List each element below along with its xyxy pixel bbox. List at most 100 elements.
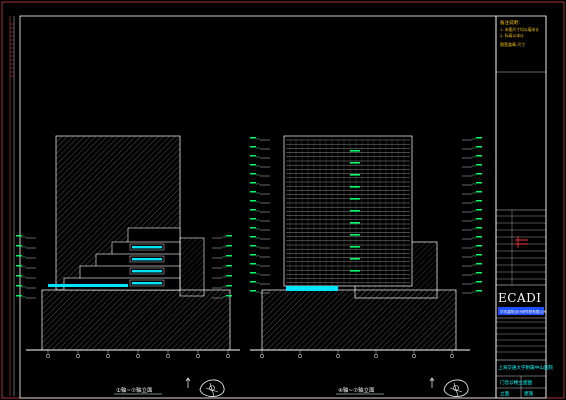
level-tag xyxy=(226,235,232,237)
level-tag xyxy=(476,164,482,166)
level-tag xyxy=(226,255,232,257)
level-marker xyxy=(21,265,27,269)
level-marker xyxy=(255,236,261,240)
level-marker xyxy=(471,137,477,141)
level-tag xyxy=(226,245,232,247)
level-marker xyxy=(255,164,261,168)
level-tag xyxy=(250,209,256,211)
right-podium xyxy=(261,289,457,351)
axis-bubble xyxy=(411,353,417,359)
level-tag xyxy=(476,263,482,265)
axis-bubble xyxy=(335,353,341,359)
level-marker xyxy=(255,227,261,231)
axis-bubble xyxy=(105,353,111,359)
level-tag xyxy=(476,236,482,238)
level-marker xyxy=(255,173,261,177)
left-view-title: ①轴~⑦轴立面 xyxy=(114,386,162,395)
stair-core xyxy=(179,237,205,297)
north-arrow-icon xyxy=(185,377,191,388)
level-tag xyxy=(476,173,482,175)
level-marker xyxy=(255,137,261,141)
approval-label: 图签盖章 尺寸 xyxy=(500,41,525,47)
left-elevation xyxy=(16,135,240,351)
cad-drawing-canvas: 备注说明： 1. 本图尺寸均以毫米计 2. 标高以米计 图签盖章 尺寸 ECAD… xyxy=(1,1,565,399)
level-tag xyxy=(250,182,256,184)
axis-bubble xyxy=(297,353,303,359)
level-tag xyxy=(226,275,232,277)
level-marker xyxy=(471,272,477,276)
level-marker xyxy=(471,227,477,231)
level-tag xyxy=(16,255,22,257)
level-marker xyxy=(471,218,477,222)
glazing-strip xyxy=(132,258,162,261)
axis-bubble xyxy=(259,353,265,359)
glazing-strip xyxy=(132,282,162,285)
level-marker xyxy=(471,146,477,150)
level-tag xyxy=(250,263,256,265)
level-marker xyxy=(471,191,477,195)
level-marker xyxy=(21,285,27,289)
right-level-marks xyxy=(250,137,270,294)
level-marker xyxy=(255,245,261,249)
level-marker xyxy=(471,200,477,204)
level-marker xyxy=(255,281,261,285)
level-tag xyxy=(476,281,482,283)
left-level-marks xyxy=(16,235,36,299)
level-marker xyxy=(255,191,261,195)
level-marker xyxy=(471,245,477,249)
highlight-panel xyxy=(350,270,360,272)
level-marker xyxy=(471,254,477,258)
level-tag xyxy=(250,281,256,283)
right-view-title: ④轴~⑦轴立面 xyxy=(336,386,384,395)
level-tag xyxy=(250,200,256,202)
level-marker xyxy=(221,285,227,289)
level-marker xyxy=(221,245,227,249)
sheet-code: 建施 xyxy=(524,390,534,397)
company-name: 华东建筑设计研究院有限公司 xyxy=(500,309,547,314)
level-tag xyxy=(226,295,232,297)
level-tag xyxy=(476,191,482,193)
axis-bubble xyxy=(195,353,201,359)
level-marker xyxy=(221,275,227,279)
title-block: 备注说明： 1. 本图尺寸均以毫米计 2. 标高以米计 图签盖章 尺寸 ECAD… xyxy=(495,15,554,399)
level-marker xyxy=(471,209,477,213)
level-marker xyxy=(255,209,261,213)
highlight-panel xyxy=(350,222,360,224)
level-tag xyxy=(476,200,482,202)
level-marker xyxy=(471,164,477,168)
project-name: 上海交通大学附属中山医院 xyxy=(498,364,554,371)
axis-bubble xyxy=(225,353,231,359)
right-canopy xyxy=(286,286,338,291)
key-plan-icon xyxy=(199,379,225,397)
notes-line-1: 1. 本图尺寸均以毫米计 xyxy=(500,27,539,32)
level-tag xyxy=(250,164,256,166)
level-tag xyxy=(476,245,482,247)
level-marker xyxy=(255,218,261,222)
highlight-panel xyxy=(350,198,360,200)
left-podium xyxy=(41,289,231,351)
level-marker xyxy=(255,263,261,267)
level-tag xyxy=(250,173,256,175)
level-tag xyxy=(476,227,482,229)
right-elevation xyxy=(250,135,482,351)
axis-bubble xyxy=(373,353,379,359)
revision-marks xyxy=(515,236,528,248)
left-level-marks-right xyxy=(212,235,232,299)
right-view-title-text: ④轴~⑦轴立面 xyxy=(338,386,375,394)
company-logo: ECADI xyxy=(498,291,541,305)
level-tag xyxy=(250,191,256,193)
level-marker xyxy=(21,295,27,299)
notes-label: 备注说明： xyxy=(500,19,523,26)
glazing-strip xyxy=(132,270,162,273)
level-marker xyxy=(255,200,261,204)
glazing-strip xyxy=(132,246,162,249)
level-tag xyxy=(476,254,482,256)
level-tag xyxy=(250,155,256,157)
level-tag xyxy=(250,146,256,148)
highlight-panel xyxy=(350,210,360,212)
level-tag xyxy=(250,137,256,139)
level-marker xyxy=(471,182,477,186)
level-marker xyxy=(221,255,227,259)
level-marker xyxy=(255,182,261,186)
level-marker xyxy=(471,236,477,240)
